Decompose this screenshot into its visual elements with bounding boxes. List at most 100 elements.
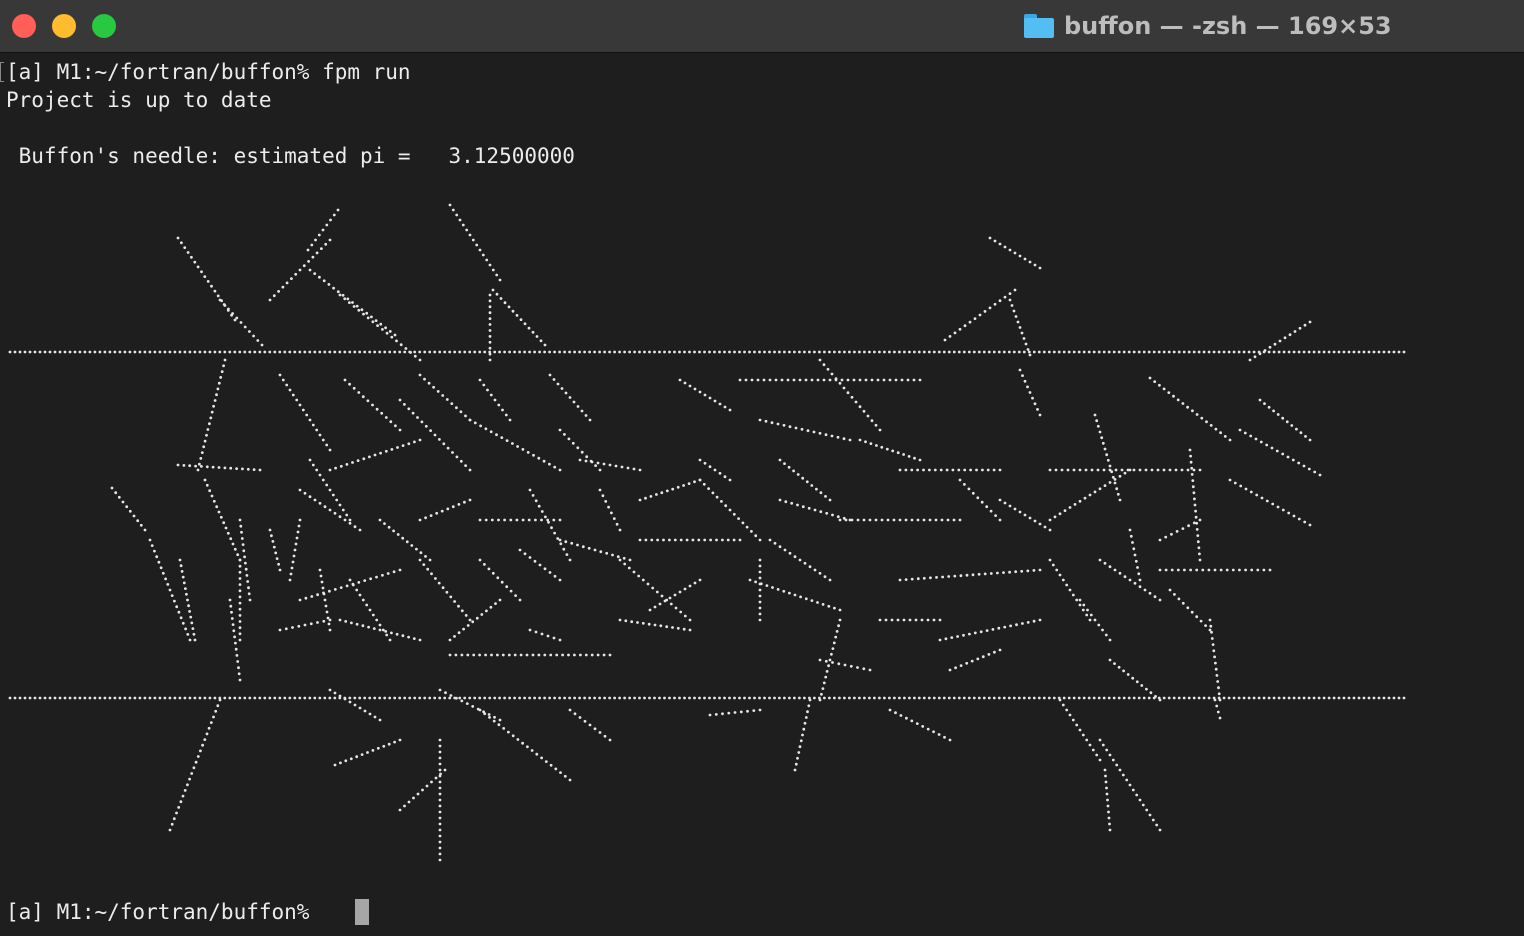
needle-segment (638, 538, 742, 542)
needle-segment (1103, 768, 1112, 832)
needle-segment (338, 618, 422, 642)
needle-segment (898, 468, 1002, 472)
needle-segment (1058, 698, 1102, 762)
needle-segment (1188, 448, 1202, 562)
needle-segment (1248, 320, 1312, 362)
needle-segment (268, 238, 332, 302)
needle-segment (298, 488, 362, 532)
needle-segment (448, 653, 612, 657)
needle-segment (1158, 568, 1272, 572)
needle-segment (148, 538, 192, 642)
needle-segment (1168, 588, 1212, 632)
needle-segment (778, 458, 832, 502)
needle-segment (758, 418, 852, 442)
needle-segment (1148, 376, 1232, 442)
needle-segment (988, 236, 1042, 270)
needle-segment (838, 518, 962, 522)
needle-segment (196, 358, 227, 472)
needle-segment (858, 438, 922, 462)
needle-segment (548, 373, 592, 422)
needle-segment (948, 648, 1002, 672)
needle-segment (398, 398, 472, 472)
needle-segment (778, 498, 852, 522)
needle-segment (568, 708, 612, 742)
needle-segment (176, 463, 262, 472)
needle-segment (943, 288, 1017, 342)
needle-segment (1098, 558, 1162, 602)
needle-segment (448, 598, 502, 642)
needle-segment (1093, 413, 1122, 502)
needle-segment (468, 418, 562, 472)
needle-segment (306, 208, 340, 252)
needle-segment (328, 438, 422, 472)
needle-segment (418, 373, 472, 422)
needle-segment (528, 488, 572, 562)
needle-segment (578, 458, 642, 472)
needle-segment (1258, 398, 1312, 442)
needle-segment (1048, 468, 1202, 472)
needle-segment (418, 558, 472, 622)
final-prompt: [a] M1:~/fortran/buffon% (6, 900, 310, 924)
needle-segment (738, 378, 922, 382)
needle-segment (343, 378, 402, 432)
needle-segment (478, 558, 522, 602)
needle-segment (888, 708, 952, 742)
needle-segment (958, 478, 1002, 522)
needle-segment (998, 498, 1052, 532)
needle-segment (748, 578, 842, 612)
needle-segment (758, 558, 762, 622)
needle-segment (698, 478, 762, 542)
needle-segment (478, 518, 562, 522)
needle-segment (448, 203, 502, 282)
needle-segment (598, 488, 622, 532)
needle-segment (478, 378, 512, 422)
needle-segment (238, 558, 242, 642)
needle-segment (298, 568, 402, 602)
needle-segment (638, 478, 702, 502)
needle-segment (333, 738, 402, 767)
needle-segment (1128, 528, 1142, 582)
needle-segment (278, 373, 332, 452)
needle-segment (110, 486, 147, 532)
needle-segment (558, 538, 632, 562)
needle-segment (618, 558, 692, 622)
needle-segment (558, 428, 602, 472)
needle-segment (288, 518, 302, 582)
reference-line-bottom (8, 696, 1406, 700)
needle-segment (491, 288, 547, 347)
needle-segment (203, 478, 242, 562)
needle-segment (618, 618, 692, 632)
needle-segment (793, 698, 812, 772)
needle-segment (1213, 698, 1222, 720)
needle-segment (1158, 518, 1202, 542)
needle-segment (1108, 658, 1162, 702)
needle-segment (818, 618, 842, 702)
needle-segment (278, 618, 332, 632)
needle-segment (1048, 558, 1092, 622)
needle-segment (878, 618, 942, 622)
needle-segment (1238, 428, 1322, 477)
needle-segment (518, 548, 562, 582)
needle-segment (678, 378, 732, 412)
needle-segment (768, 538, 832, 582)
needle-segment (168, 698, 222, 832)
needle-plot (8, 203, 1406, 862)
needle-segment (938, 618, 1042, 642)
needle-segment (818, 658, 872, 672)
needle-segment (328, 688, 382, 722)
needle-segment (698, 458, 732, 482)
needle-segment (308, 268, 397, 337)
needle-segment (418, 498, 472, 522)
needle-segment (648, 578, 702, 612)
reference-line-top (8, 350, 1406, 354)
needle-segment (438, 738, 442, 862)
needle-segment (178, 558, 197, 642)
needle-segment (378, 518, 432, 562)
needle-segment (818, 358, 882, 432)
needle-segment (1008, 298, 1032, 357)
needle-segment (528, 628, 562, 642)
needle-segment (438, 688, 502, 722)
needle-segment (708, 708, 762, 717)
needle-segment (898, 568, 1042, 582)
needle-segment (268, 528, 282, 572)
